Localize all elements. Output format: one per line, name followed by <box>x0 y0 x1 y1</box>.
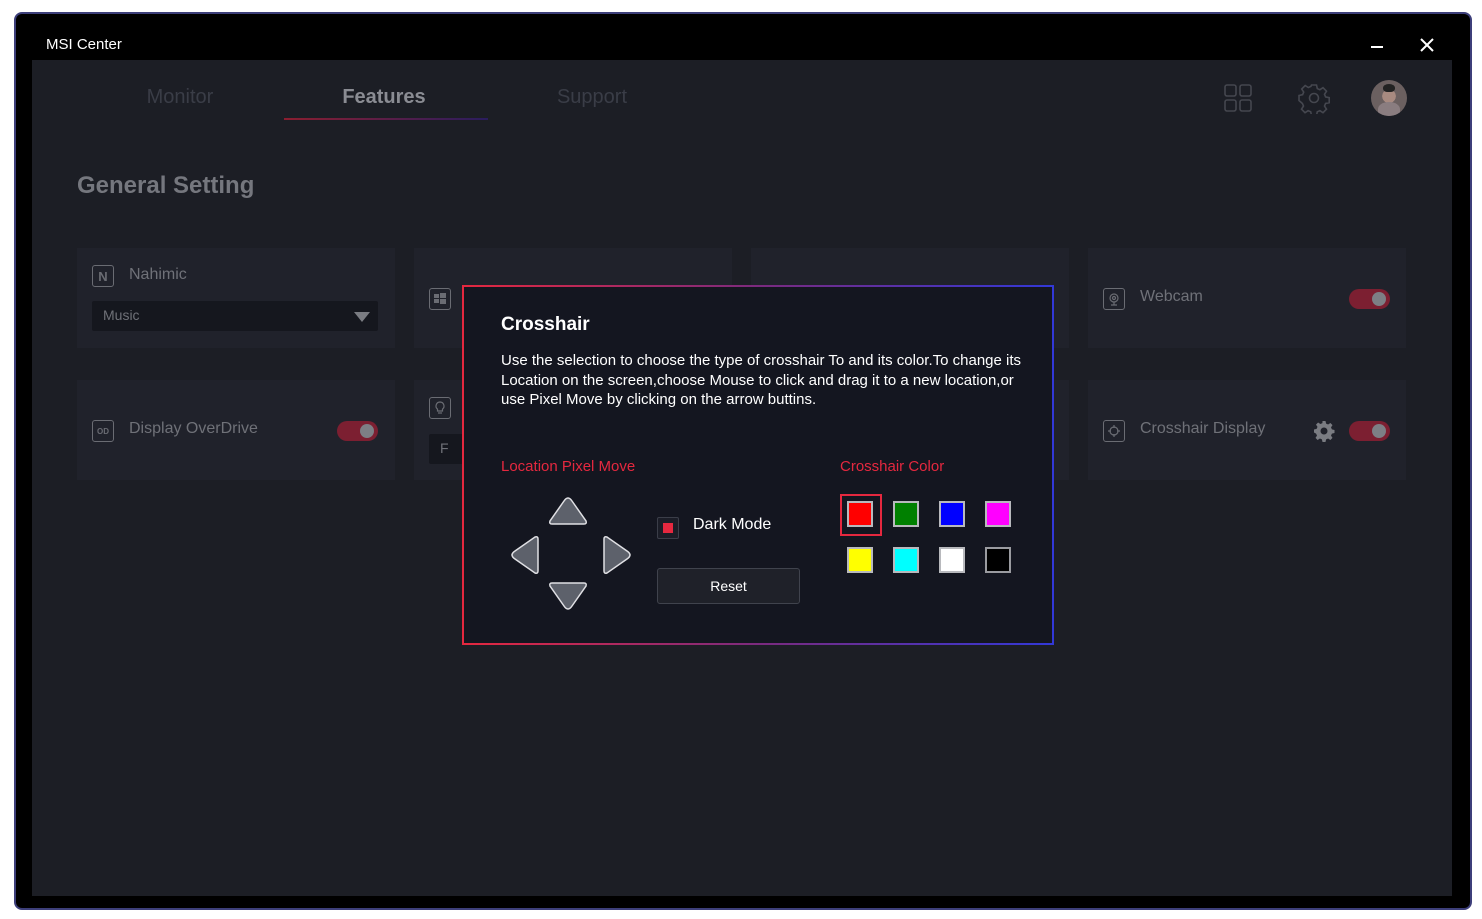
window-title: MSI Center <box>46 36 122 53</box>
app-window: MSI Center Monitor Features Support Gene… <box>14 12 1472 910</box>
move-down-button[interactable] <box>546 569 590 613</box>
dark-mode-checkbox[interactable] <box>657 517 679 539</box>
crosshair-dialog: Crosshair Use the selection to choose th… <box>462 285 1054 645</box>
tab-features[interactable]: Features <box>282 86 486 109</box>
arrow-down-icon <box>549 582 587 610</box>
dropdown-value: F <box>440 440 449 456</box>
card-display-overdrive: OD Display OverDrive <box>77 380 395 480</box>
color-swatch-yellow[interactable] <box>847 547 873 573</box>
overdrive-icon: OD <box>92 420 114 442</box>
user-avatar[interactable] <box>1371 80 1407 116</box>
nahimic-mode-dropdown[interactable]: Music <box>92 301 378 331</box>
close-button[interactable] <box>1414 32 1440 58</box>
title-bar[interactable]: MSI Center <box>16 14 1470 62</box>
color-swatch-black[interactable] <box>985 547 1011 573</box>
crosshair-icon <box>1103 420 1125 442</box>
tab-monitor[interactable]: Monitor <box>78 86 282 109</box>
color-swatch-magenta[interactable] <box>985 501 1011 527</box>
card-nahimic: N Nahimic Music <box>77 248 395 348</box>
settings-gear-icon[interactable] <box>1298 82 1330 117</box>
color-swatch-blue[interactable] <box>939 501 965 527</box>
display-overdrive-toggle[interactable] <box>337 421 378 441</box>
move-up-button[interactable] <box>546 494 590 538</box>
card-label: Webcam <box>1140 288 1203 305</box>
nahimic-icon: N <box>92 265 114 287</box>
tab-support[interactable]: Support <box>490 86 694 109</box>
close-icon <box>1420 38 1434 52</box>
arrow-right-icon <box>603 536 631 574</box>
card-crosshair-display: Crosshair Display <box>1088 380 1406 480</box>
apps-grid-icon[interactable] <box>1222 82 1254 114</box>
crosshair-color-label: Crosshair Color <box>840 458 945 475</box>
color-swatch-red[interactable] <box>847 501 873 527</box>
reset-button[interactable]: Reset <box>657 568 800 604</box>
location-pixel-move-label: Location Pixel Move <box>501 458 636 475</box>
dialog-title: Crosshair <box>501 314 590 335</box>
move-left-button[interactable] <box>508 533 552 577</box>
color-swatch-cyan[interactable] <box>893 547 919 573</box>
dialog-description: Use the selection to choose the type of … <box>501 352 1022 408</box>
dropdown-value: Music <box>103 307 140 323</box>
active-tab-indicator <box>284 118 488 120</box>
card-webcam: Webcam <box>1088 248 1406 348</box>
color-swatch-white[interactable] <box>939 547 965 573</box>
card-label: Display OverDrive <box>129 420 258 437</box>
move-right-button[interactable] <box>590 533 634 577</box>
main-content: Monitor Features Support General Setting… <box>32 60 1452 896</box>
arrow-up-icon <box>549 497 587 525</box>
windows-icon <box>429 288 451 310</box>
webcam-icon <box>1103 288 1125 310</box>
crosshair-settings-icon[interactable] <box>1313 420 1335 442</box>
color-swatch-green[interactable] <box>893 501 919 527</box>
card-label: Crosshair Display <box>1140 420 1266 437</box>
minimize-button[interactable] <box>1364 32 1390 58</box>
card-label: Nahimic <box>129 266 187 283</box>
crosshair-display-toggle[interactable] <box>1349 421 1390 441</box>
chevron-down-icon <box>354 312 370 322</box>
dark-mode-label: Dark Mode <box>693 516 772 533</box>
arrow-left-icon <box>511 536 539 574</box>
page-title: General Setting <box>77 172 255 199</box>
bulb-icon <box>429 397 451 419</box>
webcam-toggle[interactable] <box>1349 289 1390 309</box>
